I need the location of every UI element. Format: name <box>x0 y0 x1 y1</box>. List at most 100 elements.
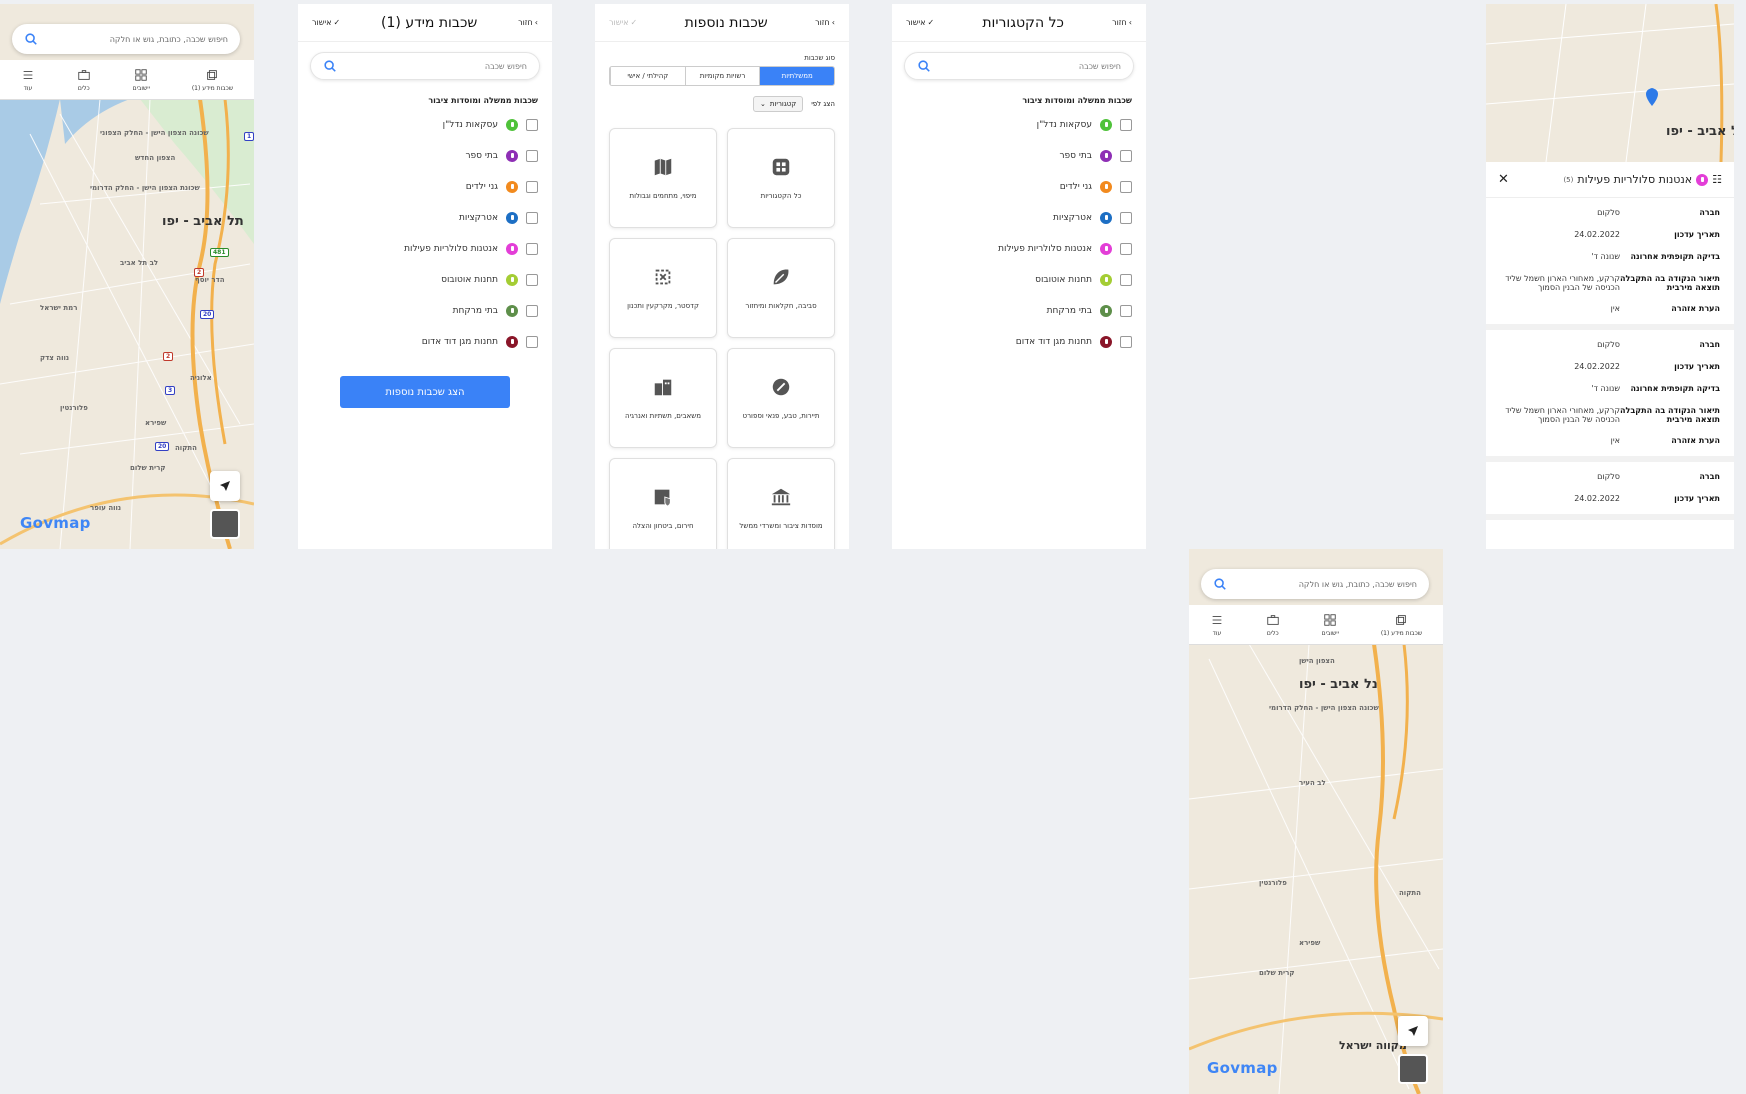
layer-row[interactable]: בתי מרקחת <box>892 295 1146 326</box>
layer-label: בתי מרקחת <box>452 305 498 316</box>
mini-map[interactable]: נל אביב - יפו <box>1486 4 1734 162</box>
segment-community[interactable]: קהילתי / אישי <box>610 67 685 85</box>
layer-checkbox[interactable] <box>1120 149 1132 162</box>
layer-row[interactable]: בתי ספר <box>298 140 552 171</box>
layer-checkbox[interactable] <box>1120 335 1132 348</box>
layer-checkbox[interactable] <box>1120 242 1132 255</box>
map-search-bar[interactable]: חיפוש שכבה, כתובת, גוש או חלקה <box>1201 569 1429 599</box>
tab-more[interactable]: עוד <box>21 68 35 92</box>
emergency-icon <box>654 489 671 507</box>
layer-row[interactable]: עסקאות נדל"ן <box>892 109 1146 140</box>
segment-local-authorities[interactable]: רשויות מקומיות <box>684 67 760 85</box>
search-input[interactable]: חיפוש שכבה <box>485 62 527 71</box>
layer-row[interactable]: עסקאות נדל"ן <box>298 109 552 140</box>
tab-layers[interactable]: שכבות מידע (1) <box>1381 613 1422 637</box>
layer-checkbox[interactable] <box>1120 273 1132 286</box>
confirm-button[interactable]: ✓ אישור <box>609 18 637 27</box>
layer-checkbox[interactable] <box>1120 118 1132 131</box>
layer-checkbox[interactable] <box>526 304 538 317</box>
search-input[interactable]: חיפוש שכבה, כתובת, גוש או חלקה <box>1299 580 1417 589</box>
map-label: נווה צדק <box>40 354 70 362</box>
layer-checkbox[interactable] <box>526 242 538 255</box>
category-card[interactable]: תיירות, טבע, פנאי וספורט <box>727 348 835 448</box>
locate-button[interactable] <box>1398 1016 1428 1046</box>
back-label: חזור <box>815 18 830 27</box>
back-button[interactable]: › חזור <box>815 18 835 27</box>
layer-row[interactable]: אנטנות סלולריות פעילות <box>298 233 552 264</box>
layer-row[interactable]: תחנות אוטובוס <box>298 264 552 295</box>
layer-row[interactable]: תחנות מגן דוד אדום <box>892 326 1146 357</box>
section-title: שכבות ממשלה ומוסדות ציבור <box>1022 96 1132 105</box>
search-icon[interactable] <box>24 32 38 46</box>
map-label: שכונה הצפון הישן - החלק הצפוני <box>100 129 209 137</box>
layer-row[interactable]: אטרקציות <box>298 202 552 233</box>
layer-checkbox[interactable] <box>526 118 538 131</box>
category-card[interactable]: סביבה, חקלאות ומיחזור <box>727 238 835 338</box>
layer-row[interactable]: גני ילדים <box>892 171 1146 202</box>
leaf-icon <box>773 269 789 285</box>
show-more-layers-button[interactable]: הצג שכבות נוספות <box>340 376 510 408</box>
search-input[interactable]: חיפוש שכבה <box>1079 62 1121 71</box>
layer-pin-icon <box>506 273 518 286</box>
layer-checkbox[interactable] <box>1120 211 1132 224</box>
confirm-button[interactable]: ✓ אישור <box>906 18 934 27</box>
layer-row[interactable]: אטרקציות <box>892 202 1146 233</box>
layer-row[interactable]: בתי ספר <box>892 140 1146 171</box>
layer-checkbox[interactable] <box>526 273 538 286</box>
confirm-button[interactable]: ✓ אישור <box>312 18 340 27</box>
layer-row[interactable]: בתי מרקחת <box>298 295 552 326</box>
map-search-bar[interactable]: חיפוש שכבה, כתובת, גוש או חלקה <box>12 24 240 54</box>
layer-checkbox[interactable] <box>1120 180 1132 193</box>
map-label: נווה עופר <box>90 504 122 512</box>
segment-government[interactable]: ממשלתיות <box>759 67 834 85</box>
menu-icon <box>1212 615 1222 624</box>
back-label: חזור <box>518 18 533 27</box>
layer-checkbox[interactable] <box>526 149 538 162</box>
tab-tools[interactable]: כלים <box>1266 613 1280 637</box>
layer-row[interactable]: גני ילדים <box>298 171 552 202</box>
detail-title: ☷ אנטנות סלולריות פעילות (5) <box>1563 173 1722 186</box>
map-label: קרית שלום <box>130 464 166 472</box>
layer-row[interactable]: תחנות אוטובוס <box>892 264 1146 295</box>
detail-field: חברה סלקום <box>1500 202 1720 224</box>
tab-more[interactable]: עוד <box>1210 613 1224 637</box>
check-icon: ✓ <box>630 18 638 27</box>
detail-field: הערת אזהרה אין <box>1500 298 1720 320</box>
layer-search-bar[interactable]: חיפוש שכבה <box>310 52 540 80</box>
search-icon[interactable] <box>323 59 337 73</box>
tab-layers[interactable]: שכבות מידע (1) <box>192 68 233 92</box>
locate-button[interactable] <box>210 471 240 501</box>
detail-field: תיאור הנקודה בה התקבלה תוצאה מירבית קרקע,… <box>1500 268 1720 298</box>
layer-checkbox[interactable] <box>526 211 538 224</box>
search-icon[interactable] <box>917 59 931 73</box>
tab-settlements[interactable]: יישובים <box>1322 613 1339 637</box>
category-card[interactable]: כל הקטגוריות <box>727 128 835 228</box>
category-card[interactable]: מיפוי, מתחמים וגבולות <box>609 128 717 228</box>
close-icon[interactable]: ✕ <box>1498 172 1509 187</box>
search-icon[interactable] <box>1213 577 1227 591</box>
tab-tools[interactable]: כלים <box>77 68 91 92</box>
detail-record: חברה סלקום תאריך עדכון 24.02.2022 בדיקה תקופ… <box>1486 330 1734 462</box>
satellite-toggle[interactable] <box>1398 1054 1428 1084</box>
chevron-right-icon: › <box>1128 18 1132 27</box>
category-card[interactable]: מוסדות ציבור ומשרדי ממשל <box>727 458 835 549</box>
layer-checkbox[interactable] <box>1120 304 1132 317</box>
layer-checkbox[interactable] <box>526 335 538 348</box>
category-card[interactable]: קדסטר, מקרקעין ותכנון <box>609 238 717 338</box>
map-label: שפירא <box>1299 939 1321 947</box>
layer-search-bar[interactable]: חיפוש שכבה <box>904 52 1134 80</box>
layer-row[interactable]: אנטנות סלולריות פעילות <box>892 233 1146 264</box>
satellite-toggle[interactable] <box>210 509 240 539</box>
back-button[interactable]: › חזור <box>1112 18 1132 27</box>
category-card[interactable]: משאבים, תשתיות ואנרגיה <box>609 348 717 448</box>
back-button[interactable]: › חזור <box>518 18 538 27</box>
list-icon[interactable]: ☷ <box>1712 173 1722 186</box>
show-by-dropdown[interactable]: קטגוריות ⌄ <box>753 96 804 112</box>
layer-checkbox[interactable] <box>526 180 538 193</box>
field-key: בדיקה תקופתית אחרונה <box>1630 252 1720 261</box>
search-input[interactable]: חיפוש שכבה, כתובת, גוש או חלקה <box>110 35 228 44</box>
tab-settlements[interactable]: יישובים <box>133 68 150 92</box>
tab-label: עוד <box>23 84 33 92</box>
category-card[interactable]: חירום, ביטחון והצלה <box>609 458 717 549</box>
layer-row[interactable]: תחנות מגן דוד אדום <box>298 326 552 357</box>
